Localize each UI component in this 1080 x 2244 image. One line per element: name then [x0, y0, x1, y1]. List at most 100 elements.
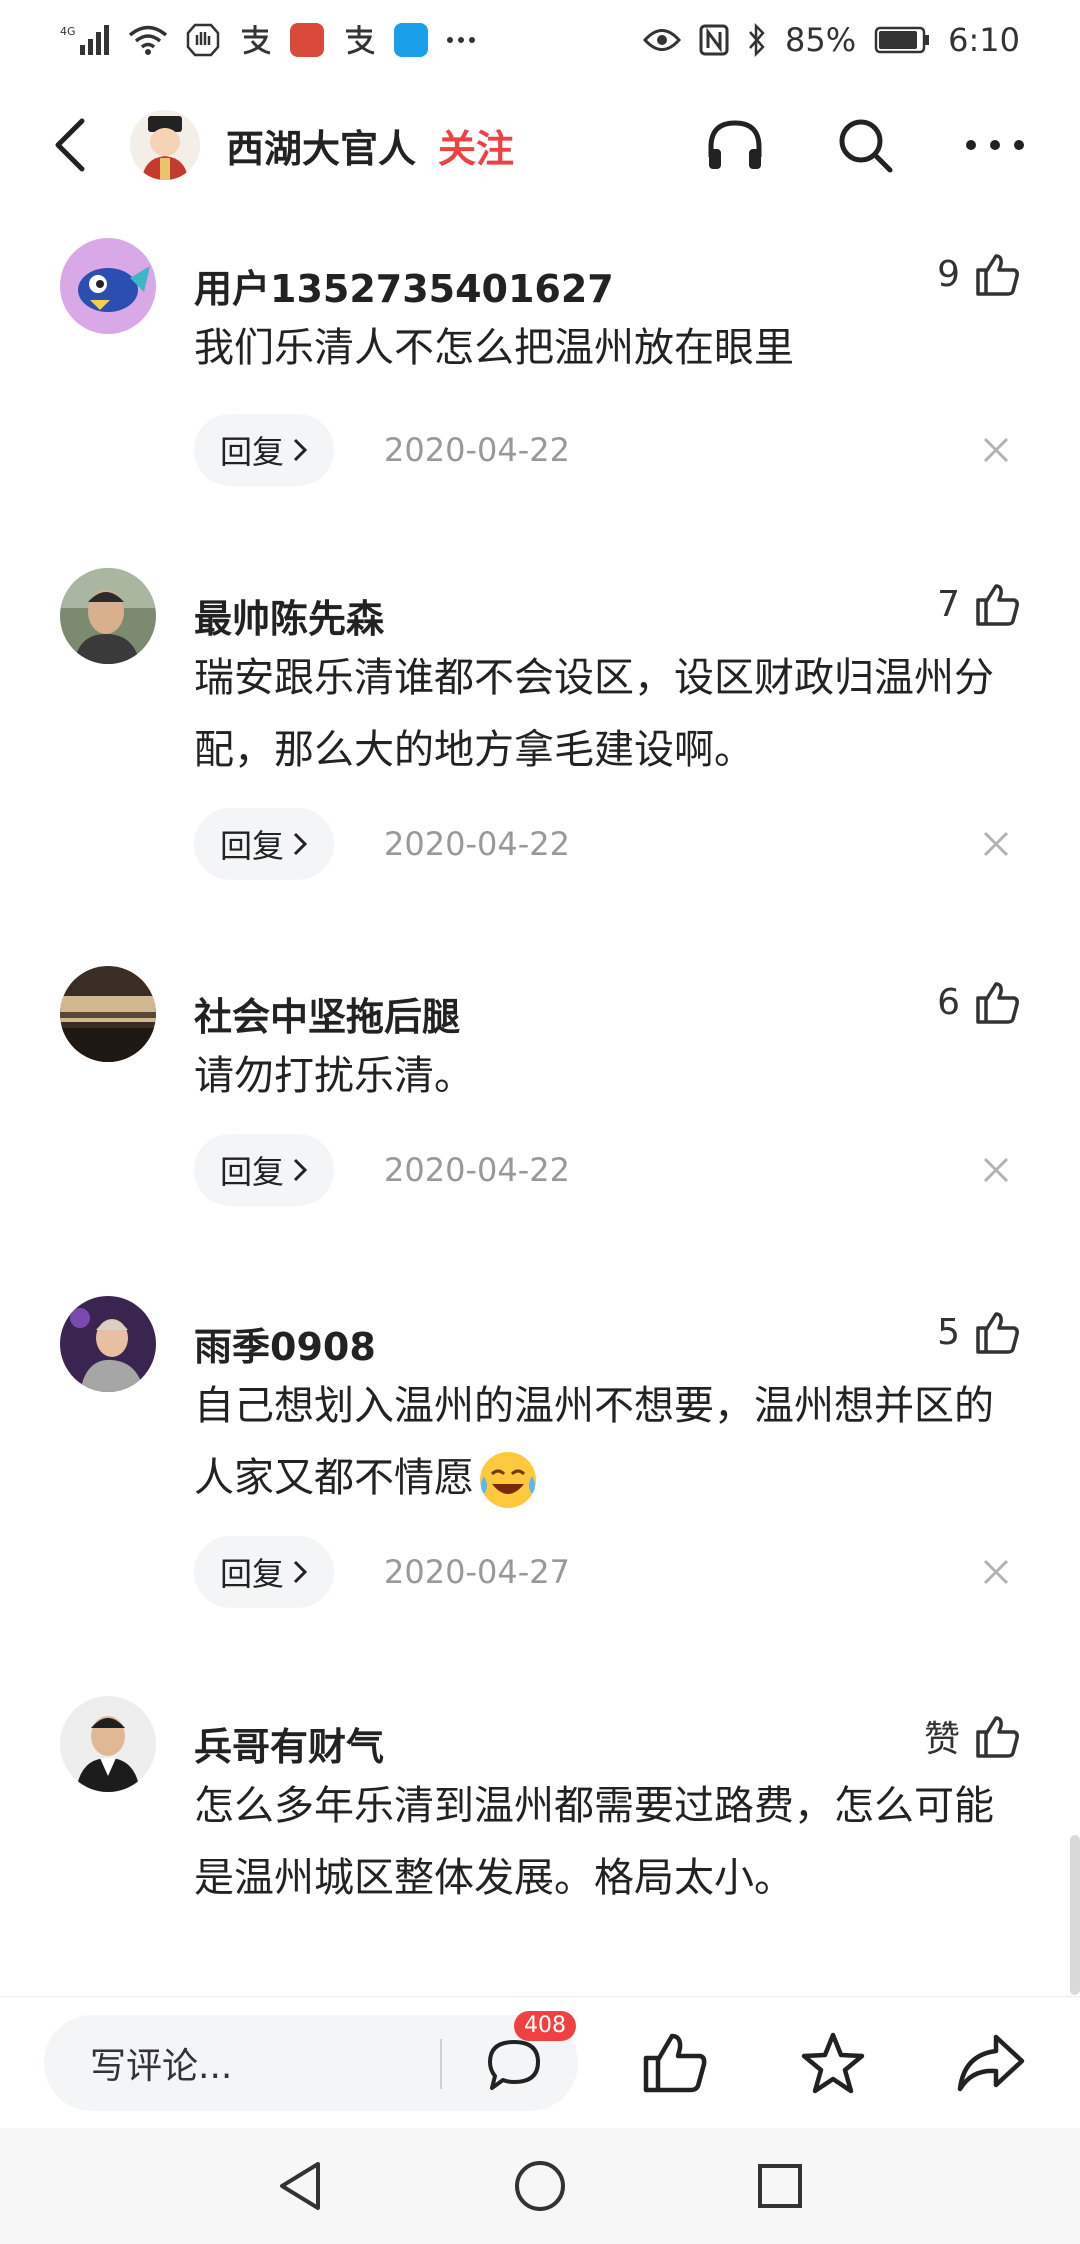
reply-button[interactable]: 回复	[194, 1134, 335, 1206]
reply-button[interactable]: 回复	[194, 414, 335, 486]
comment-text: 自己想划入温州的温州不想要，温州想并区的人家又都不情愿	[194, 1370, 1024, 1514]
favorite-button[interactable]	[798, 2028, 868, 2098]
reply-label: 回复	[220, 1153, 285, 1191]
dismiss-button[interactable]	[972, 414, 1020, 486]
status-bar: 4G 85% 6:10	[0, 0, 1080, 80]
back-button[interactable]	[40, 105, 100, 185]
like-article-button[interactable]	[640, 2028, 710, 2098]
comment-date: 2020-04-22	[384, 825, 570, 863]
like-button[interactable]: 9	[937, 252, 1020, 296]
commenter-name[interactable]: 雨季0908	[194, 1316, 376, 1371]
write-comment-placeholder: 写评论...	[90, 2045, 233, 2087]
thumbs-up-icon	[976, 1716, 1019, 1758]
reply-button[interactable]: 回复	[194, 1536, 335, 1608]
close-icon	[983, 831, 1009, 857]
commenter-name[interactable]: 最帅陈先森	[194, 588, 384, 643]
article-comments-screen: 4G 85% 6:10 西湖大官人 关注 用户1352735401627 9 我…	[0, 0, 1080, 2244]
scrollbar[interactable]	[1070, 1835, 1080, 1995]
wifi-icon	[128, 20, 168, 60]
chevron-left-icon	[55, 118, 85, 172]
comment-text-content: 自己想划入温州的温州不想要，温州想并区的人家又都不情愿	[194, 1383, 994, 1501]
status-right: 85% 6:10	[643, 20, 1020, 60]
square-recents-icon	[758, 2164, 802, 2208]
share-button[interactable]	[956, 2028, 1026, 2098]
commenter-avatar[interactable]	[60, 966, 156, 1062]
thumbs-up-icon	[976, 1312, 1019, 1354]
nav-recents-button[interactable]	[745, 2151, 815, 2221]
dismiss-button[interactable]	[972, 1536, 1020, 1608]
comment-action-bar: 写评论... 408	[0, 1996, 1080, 2128]
commenter-avatar[interactable]	[60, 568, 156, 664]
reply-button[interactable]: 回复	[194, 808, 335, 880]
thumbs-up-icon	[976, 982, 1019, 1024]
nfc-icon	[699, 20, 729, 60]
like-count: 6	[937, 981, 960, 1023]
divider	[440, 2038, 442, 2089]
comment-text: 我们乐清人不怎么把温州放在眼里	[194, 325, 794, 371]
follow-button[interactable]: 关注	[438, 118, 514, 173]
alipay-icon	[238, 20, 272, 60]
comment-list: 用户1352735401627 9 我们乐清人不怎么把温州放在眼里 回复 202…	[0, 210, 1080, 1995]
search-button[interactable]	[830, 110, 900, 180]
reply-label: 回复	[220, 433, 285, 471]
headphones-icon	[708, 120, 762, 169]
like-count: 7	[937, 583, 960, 625]
nav-back-button[interactable]	[265, 2151, 335, 2221]
listen-button[interactable]	[700, 110, 770, 180]
commenter-name[interactable]: 社会中坚拖后腿	[194, 986, 460, 1041]
svg-text:4G: 4G	[60, 25, 76, 38]
comment-text: 瑞安跟乐清谁都不会设区，设区财政归温州分配，那么大的地方拿毛建设啊。	[194, 655, 994, 773]
write-comment-input[interactable]: 写评论... 408	[44, 2010, 578, 2111]
search-icon	[839, 119, 893, 173]
comment-date: 2020-04-27	[384, 1553, 570, 1591]
reply-label: 回复	[220, 827, 285, 865]
more-button[interactable]	[960, 110, 1030, 180]
bluetooth-icon	[747, 20, 767, 60]
commenter-avatar[interactable]	[60, 238, 156, 334]
comment-text: 请勿打扰乐清。	[194, 1053, 474, 1099]
article-actions	[640, 2028, 1026, 2098]
commenter-avatar[interactable]	[60, 1696, 156, 1792]
battery-icon	[874, 20, 930, 60]
nav-home-button[interactable]	[505, 2151, 575, 2221]
author-avatar[interactable]	[130, 110, 200, 180]
battery-percent: 85%	[785, 21, 857, 59]
more-dots-icon	[966, 140, 1024, 150]
more-notifications-icon	[446, 20, 476, 60]
commenter-name[interactable]: 用户1352735401627	[194, 258, 614, 313]
like-button[interactable]: 5	[937, 1310, 1020, 1354]
chevron-right-icon	[293, 1158, 308, 1182]
dismiss-button[interactable]	[972, 808, 1020, 880]
share-arrow-icon	[957, 2034, 1025, 2091]
dismiss-button[interactable]	[972, 1134, 1020, 1206]
eye-comfort-icon	[643, 20, 682, 60]
thumbs-up-icon	[643, 2033, 707, 2092]
status-left: 4G	[60, 20, 476, 60]
alipay-icon-2	[342, 20, 376, 60]
like-label: 赞	[923, 1719, 960, 1760]
article-header: 西湖大官人 关注	[0, 90, 1080, 200]
thumbs-up-icon	[976, 584, 1019, 626]
header-actions	[700, 110, 1030, 180]
author-name[interactable]: 西湖大官人	[226, 118, 416, 173]
like-button[interactable]: 赞	[924, 1710, 1020, 1762]
signal-icon: 4G	[60, 20, 110, 60]
close-icon	[983, 1157, 1009, 1183]
huawei-app-icon	[290, 20, 324, 60]
close-icon	[983, 1559, 1009, 1585]
close-icon	[983, 437, 1009, 463]
circle-home-icon	[515, 2161, 565, 2211]
commenter-avatar[interactable]	[60, 1296, 156, 1392]
like-count: 9	[937, 253, 960, 295]
commenter-name[interactable]: 兵哥有财气	[194, 1716, 384, 1771]
like-button[interactable]: 7	[937, 582, 1020, 626]
comment-bubble-icon	[488, 2039, 540, 2090]
laughing-crying-emoji-icon	[480, 1452, 536, 1508]
triangle-back-icon	[280, 2162, 320, 2210]
chevron-right-icon	[293, 438, 308, 462]
comment-count-badge: 408	[514, 2010, 576, 2041]
like-button[interactable]: 6	[937, 980, 1020, 1024]
comment-text: 怎么多年乐清到温州都需要过路费，怎么可能是温州城区整体发展。格局太小。	[194, 1783, 994, 1901]
chevron-right-icon	[293, 1560, 308, 1584]
thumbs-up-icon	[976, 254, 1019, 296]
